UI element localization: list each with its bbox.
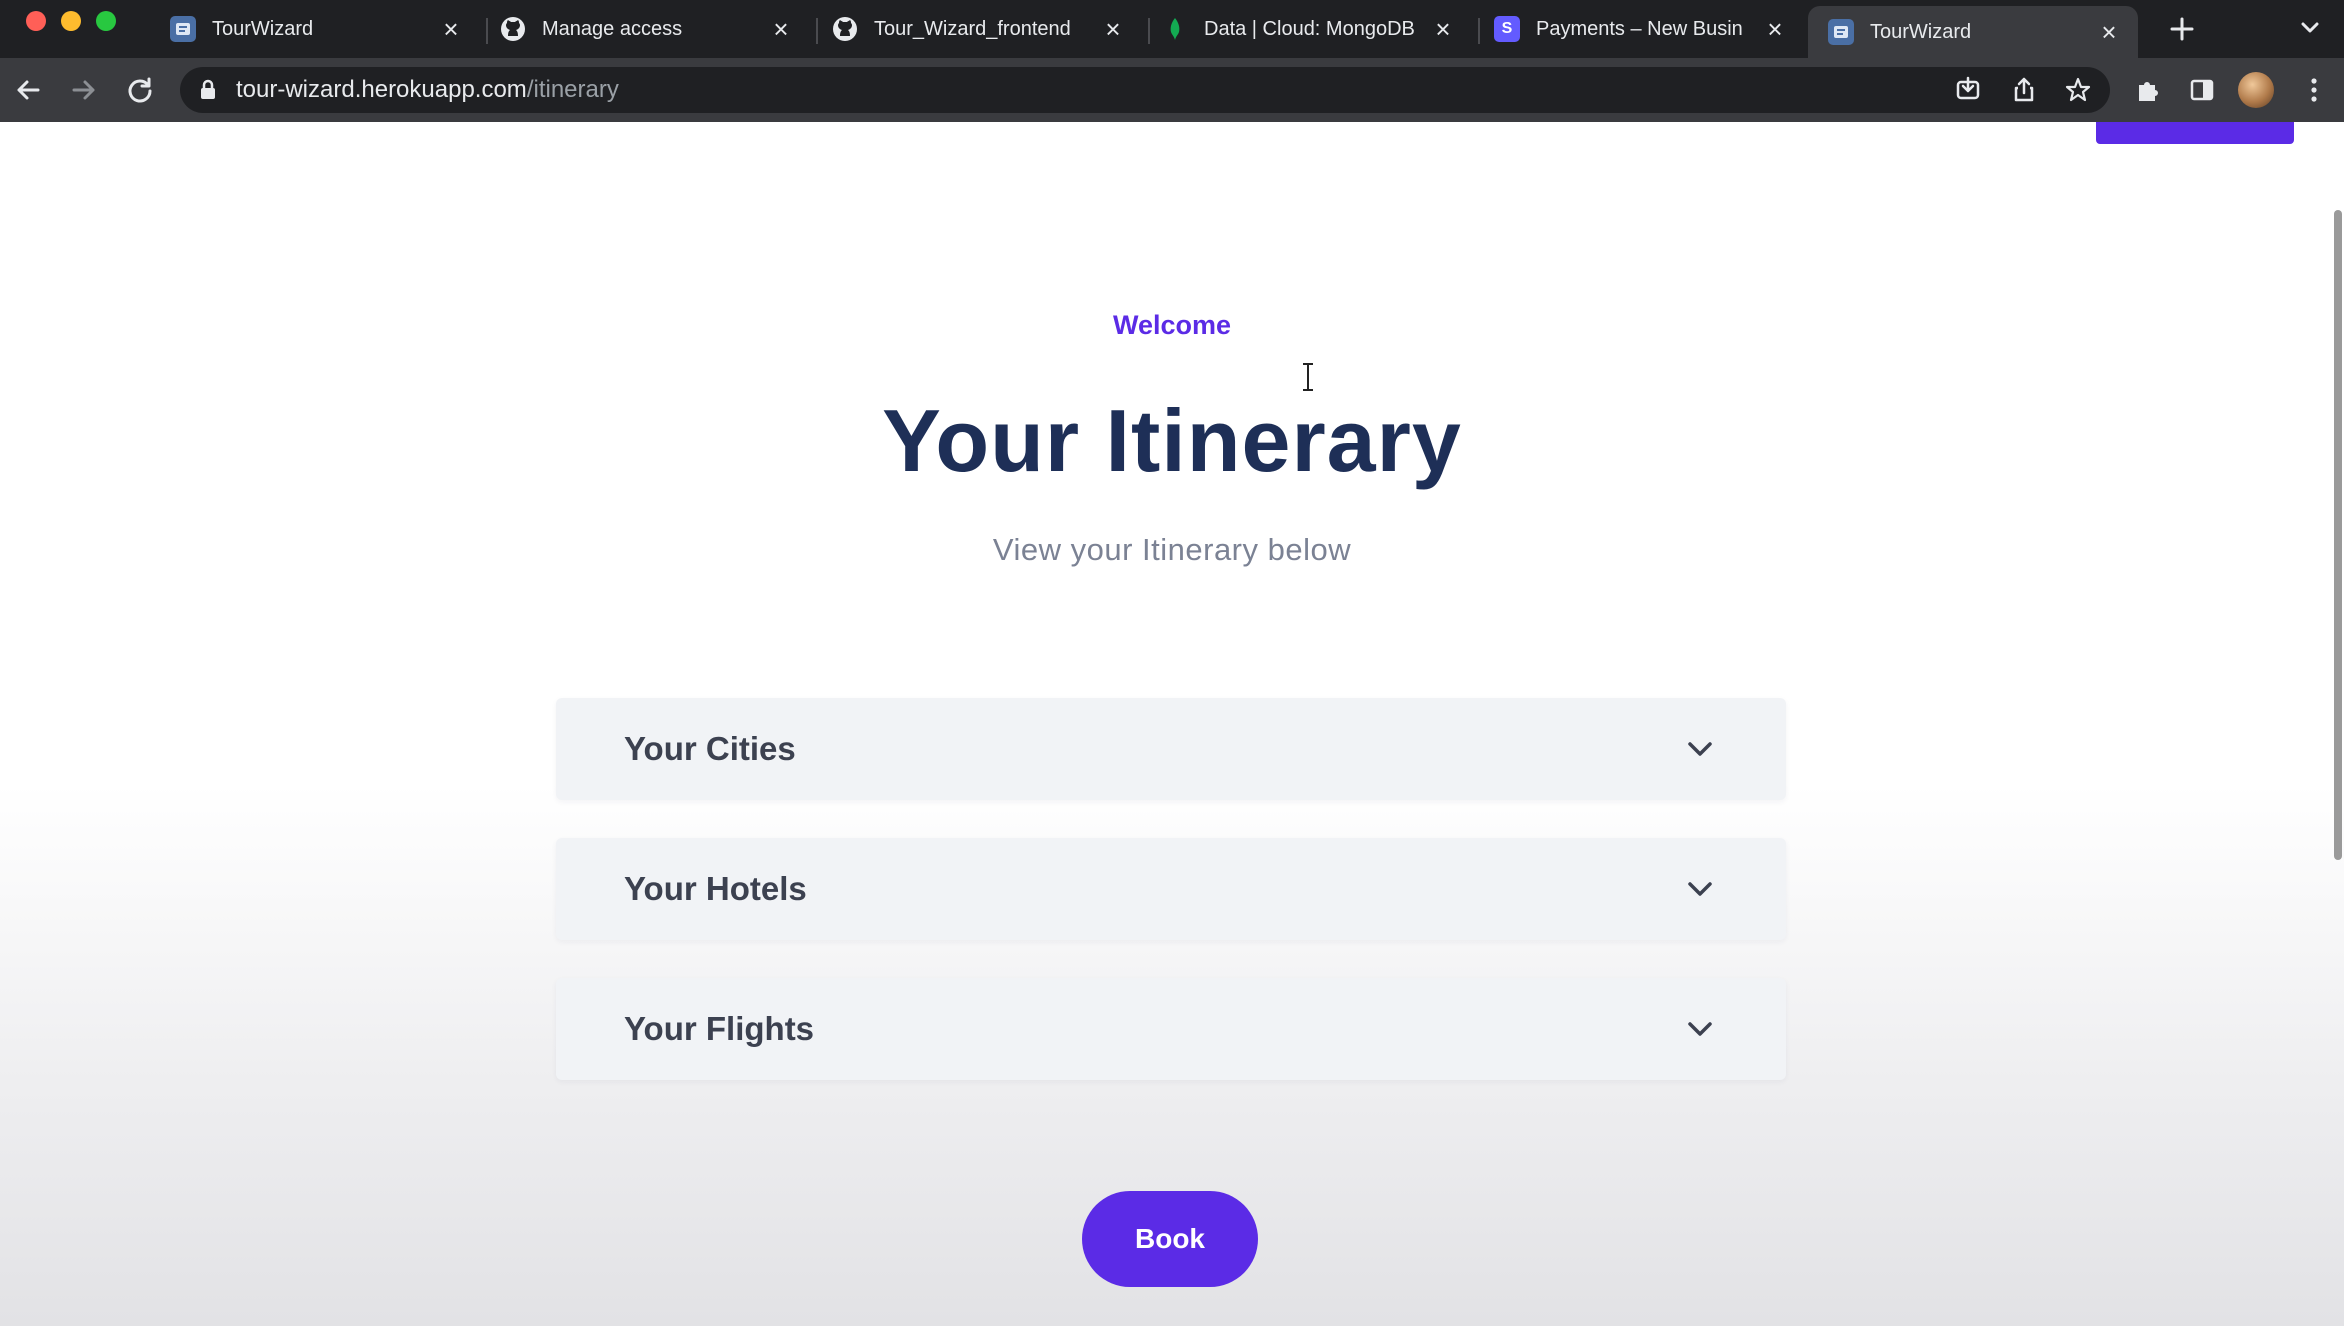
mongodb-leaf-icon: [1162, 16, 1188, 42]
url-path: /itinerary: [526, 76, 619, 103]
page-scrollbar[interactable]: [2330, 122, 2344, 1326]
window-close-button[interactable]: [26, 11, 46, 31]
tab-title: Tour_Wizard_frontend: [874, 17, 1071, 40]
extensions-puzzle-icon[interactable]: [2128, 70, 2168, 110]
browser-tab-stripe[interactable]: S Payments – New Busin ×: [1474, 6, 1804, 52]
reload-icon[interactable]: [120, 70, 160, 110]
browser-tab-tourwizard[interactable]: TourWizard ×: [150, 6, 480, 52]
tab-title: TourWizard: [1870, 20, 1972, 43]
browser-tab-manage-access[interactable]: Manage access ×: [480, 6, 810, 52]
tourwizard-favicon-icon: [1828, 19, 1854, 45]
close-icon[interactable]: ×: [438, 14, 464, 44]
side-panel-icon[interactable]: [2182, 70, 2222, 110]
tab-search-chevron-icon[interactable]: [2290, 8, 2330, 48]
close-icon[interactable]: ×: [1430, 14, 1456, 44]
url-text: tour-wizard.herokuapp.com/itinerary: [236, 76, 619, 104]
chevron-down-icon: [1684, 1013, 1716, 1045]
close-icon[interactable]: ×: [2096, 17, 2122, 47]
window-zoom-button[interactable]: [96, 11, 116, 31]
welcome-eyebrow: Welcome: [1112, 310, 1232, 340]
chevron-down-icon: [1684, 733, 1716, 765]
browser-tab-github-repo[interactable]: Tour_Wizard_frontend ×: [812, 6, 1142, 52]
url-host: tour-wizard.herokuapp.com: [236, 76, 527, 103]
browser-tab-strip: TourWizard × Manage access × Tour_Wizard…: [0, 0, 2344, 58]
browser-tab-tourwizard-active[interactable]: TourWizard ×: [1808, 6, 2138, 58]
close-icon[interactable]: ×: [768, 14, 794, 44]
book-button[interactable]: Book: [1082, 1191, 1258, 1287]
nav-cta-button[interactable]: [2096, 122, 2294, 144]
close-icon[interactable]: ×: [1100, 14, 1126, 44]
accordion-cities[interactable]: Your Cities: [556, 698, 1786, 800]
github-icon: [832, 16, 858, 42]
tab-title: Payments – New Busin: [1536, 17, 1743, 40]
tab-title: TourWizard: [212, 17, 314, 40]
github-icon: [500, 16, 526, 42]
accordion-hotels[interactable]: Your Hotels: [556, 838, 1786, 940]
browser-tab-mongodb[interactable]: Data | Cloud: MongoDB ×: [1142, 6, 1472, 52]
kebab-menu-icon[interactable]: [2294, 70, 2334, 110]
window-minimize-button[interactable]: [61, 11, 81, 31]
accordion-flights[interactable]: Your Flights: [556, 978, 1786, 1080]
install-app-icon[interactable]: [1948, 70, 1988, 110]
lock-icon[interactable]: [196, 78, 220, 102]
page-title: Your Itinerary: [882, 391, 1462, 490]
accordion-hotels-label: Your Hotels: [624, 870, 807, 907]
back-arrow-icon[interactable]: [8, 70, 48, 110]
stripe-icon: S: [1494, 16, 1520, 42]
itinerary-page: Welcome Your Itinerary View your Itinera…: [0, 122, 2344, 1326]
text-cursor-icon: [1303, 363, 1313, 391]
share-icon[interactable]: [2004, 70, 2044, 110]
tourwizard-favicon-icon: [170, 16, 196, 42]
new-tab-button[interactable]: [2162, 6, 2202, 52]
address-bar[interactable]: tour-wizard.herokuapp.com/itinerary: [180, 67, 2110, 113]
accordion-cities-label: Your Cities: [624, 730, 796, 767]
tab-title: Data | Cloud: MongoDB: [1204, 17, 1415, 40]
browser-toolbar: tour-wizard.herokuapp.com/itinerary: [0, 58, 2344, 122]
tab-title: Manage access: [542, 17, 683, 40]
chevron-down-icon: [1684, 873, 1716, 905]
forward-arrow-icon[interactable]: [64, 70, 104, 110]
close-icon[interactable]: ×: [1762, 14, 1788, 44]
profile-avatar[interactable]: [2238, 72, 2274, 108]
page-subtitle: View your Itinerary below: [992, 532, 1352, 567]
scrollbar-thumb[interactable]: [2334, 210, 2342, 860]
bookmark-star-icon[interactable]: [2058, 70, 2098, 110]
accordion-flights-label: Your Flights: [624, 1010, 815, 1047]
